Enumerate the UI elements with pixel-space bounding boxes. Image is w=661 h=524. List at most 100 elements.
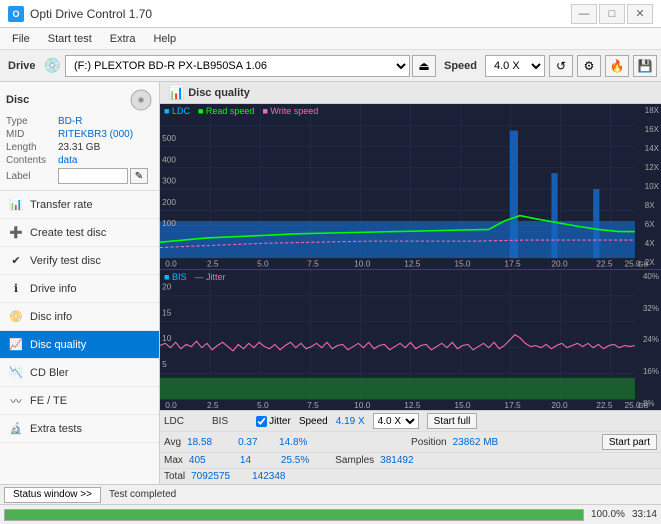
progress-bar-outer bbox=[4, 509, 584, 521]
legend-ldc: ■ LDC bbox=[164, 106, 190, 116]
upper-chart-svg: 0.0 2.5 5.0 7.5 10.0 12.5 15.0 17.5 20.0… bbox=[160, 104, 661, 269]
svg-text:7.5: 7.5 bbox=[307, 400, 319, 410]
start-part-button[interactable]: Start part bbox=[602, 434, 657, 450]
menu-help[interactable]: Help bbox=[145, 31, 184, 47]
nav-fe-te-label: FE / TE bbox=[30, 395, 67, 407]
disc-length-row: Length 23.31 GB bbox=[6, 142, 153, 153]
verify-test-icon: ✔ bbox=[8, 253, 24, 269]
svg-text:15: 15 bbox=[162, 307, 172, 317]
disc-label-row: Label ✎ bbox=[6, 168, 153, 184]
extra-tests-icon: 🔬 bbox=[8, 421, 24, 437]
menu-start-test[interactable]: Start test bbox=[40, 31, 100, 47]
chart-title: Disc quality bbox=[188, 87, 250, 99]
svg-text:20.0: 20.0 bbox=[551, 259, 568, 269]
samples-label: Samples bbox=[335, 455, 374, 466]
contents-key: Contents bbox=[6, 155, 58, 166]
avg-ldc: 18.58 bbox=[187, 437, 232, 448]
legend-write: ■ Write speed bbox=[262, 106, 318, 116]
mid-val: RITEKBR3 (000) bbox=[58, 129, 133, 140]
nav-extra-tests[interactable]: 🔬 Extra tests bbox=[0, 415, 159, 443]
svg-text:200: 200 bbox=[162, 197, 176, 207]
jitter-checkbox[interactable] bbox=[256, 416, 267, 427]
max-jitter: 25.5% bbox=[281, 455, 309, 466]
titlebar: O Opti Drive Control 1.70 — □ ✕ bbox=[0, 0, 661, 28]
disc-contents-row: Contents data bbox=[6, 155, 153, 166]
length-val: 23.31 GB bbox=[58, 142, 100, 153]
progress-text: 100.0% bbox=[588, 509, 628, 520]
svg-text:22.5: 22.5 bbox=[596, 400, 613, 410]
nav-extra-tests-label: Extra tests bbox=[30, 423, 82, 435]
save-button[interactable]: 💾 bbox=[633, 55, 657, 77]
svg-text:5: 5 bbox=[162, 359, 167, 369]
nav-cd-bler[interactable]: 📉 CD Bler bbox=[0, 359, 159, 387]
status-window-button[interactable]: Status window >> bbox=[4, 487, 101, 503]
svg-text:10: 10 bbox=[162, 333, 172, 343]
svg-text:17.5: 17.5 bbox=[504, 400, 521, 410]
nav-drive-info[interactable]: ℹ Drive info bbox=[0, 275, 159, 303]
total-ldc: 7092575 bbox=[191, 471, 246, 482]
speed-select[interactable]: 4.0 X bbox=[485, 55, 545, 77]
nav-create-test-disc[interactable]: ➕ Create test disc bbox=[0, 219, 159, 247]
label-input[interactable] bbox=[58, 168, 128, 184]
svg-text:17.5: 17.5 bbox=[504, 259, 521, 269]
svg-text:2.5: 2.5 bbox=[207, 259, 219, 269]
stats-total-row: Max 405 14 25.5% Samples 381492 bbox=[160, 452, 661, 468]
minimize-button[interactable]: — bbox=[571, 4, 597, 24]
app-title: Opti Drive Control 1.70 bbox=[30, 7, 152, 21]
contents-val: data bbox=[58, 155, 77, 166]
svg-text:15.0: 15.0 bbox=[454, 259, 471, 269]
label-save-button[interactable]: ✎ bbox=[130, 168, 148, 184]
y-axis-right-lower: 40% 32% 24% 16% 8% bbox=[643, 270, 659, 410]
burn-button[interactable]: 🔥 bbox=[605, 55, 629, 77]
stats-values-row: Avg 18.58 0.37 14.8% Position 23862 MB S… bbox=[160, 431, 661, 452]
svg-text:2.5: 2.5 bbox=[207, 400, 219, 410]
disc-info-icon: 📀 bbox=[8, 309, 24, 325]
maximize-button[interactable]: □ bbox=[599, 4, 625, 24]
fe-te-icon: 〰 bbox=[8, 393, 24, 409]
settings-button[interactable]: ⚙ bbox=[577, 55, 601, 77]
svg-text:20.0: 20.0 bbox=[551, 400, 568, 410]
svg-text:10.0: 10.0 bbox=[354, 259, 371, 269]
speed-select-stats[interactable]: 4.0 X bbox=[373, 413, 419, 429]
length-key: Length bbox=[6, 142, 58, 153]
total-bis: 142348 bbox=[252, 471, 285, 482]
disc-section-title: Disc bbox=[6, 94, 29, 106]
svg-text:5.0: 5.0 bbox=[257, 400, 269, 410]
menu-file[interactable]: File bbox=[4, 31, 38, 47]
disc-info-header: Disc bbox=[6, 88, 153, 112]
type-val: BD-R bbox=[58, 116, 82, 127]
stats-total-row2: Total 7092575 142348 bbox=[160, 468, 661, 484]
stats-row: LDC BIS Jitter Speed 4.19 X 4.0 X Start … bbox=[160, 410, 661, 431]
start-full-button[interactable]: Start full bbox=[427, 413, 478, 429]
svg-text:0.0: 0.0 bbox=[165, 259, 177, 269]
svg-text:10.0: 10.0 bbox=[354, 400, 371, 410]
drive-select[interactable]: (F:) PLEXTOR BD-R PX-LB950SA 1.06 bbox=[65, 55, 410, 77]
avg-jitter: 14.8% bbox=[279, 437, 307, 448]
svg-text:300: 300 bbox=[162, 176, 176, 186]
menu-extra[interactable]: Extra bbox=[102, 31, 144, 47]
nav-disc-info-label: Disc info bbox=[30, 311, 72, 323]
legend-read: ■ Read speed bbox=[198, 106, 254, 116]
nav-disc-info[interactable]: 📀 Disc info bbox=[0, 303, 159, 331]
drive-select-wrapper: 💿 (F:) PLEXTOR BD-R PX-LB950SA 1.06 ⏏ bbox=[44, 55, 436, 77]
refresh-button[interactable]: ↺ bbox=[549, 55, 573, 77]
max-ldc: 405 bbox=[189, 455, 234, 466]
nav-fe-te[interactable]: 〰 FE / TE bbox=[0, 387, 159, 415]
svg-text:0.0: 0.0 bbox=[165, 400, 177, 410]
nav-verify-test-disc[interactable]: ✔ Verify test disc bbox=[0, 247, 159, 275]
close-button[interactable]: ✕ bbox=[627, 4, 653, 24]
avg-bis: 0.37 bbox=[238, 437, 273, 448]
disc-info-panel: Disc Type BD-R MID RITEKBR3 (000) Length… bbox=[0, 82, 159, 191]
app-icon: O bbox=[8, 6, 24, 22]
max-label: Max bbox=[164, 455, 183, 466]
transfer-rate-icon: 📊 bbox=[8, 197, 24, 213]
nav-items: 📊 Transfer rate ➕ Create test disc ✔ Ver… bbox=[0, 191, 159, 484]
nav-transfer-rate[interactable]: 📊 Transfer rate bbox=[0, 191, 159, 219]
svg-text:7.5: 7.5 bbox=[307, 259, 319, 269]
disc-image-icon bbox=[129, 88, 153, 112]
stats-jitter-label: Jitter bbox=[269, 416, 291, 427]
nav-drive-info-label: Drive info bbox=[30, 283, 76, 295]
nav-disc-quality[interactable]: 📈 Disc quality bbox=[0, 331, 159, 359]
eject-button[interactable]: ⏏ bbox=[412, 55, 436, 77]
nav-disc-quality-label: Disc quality bbox=[30, 339, 86, 351]
